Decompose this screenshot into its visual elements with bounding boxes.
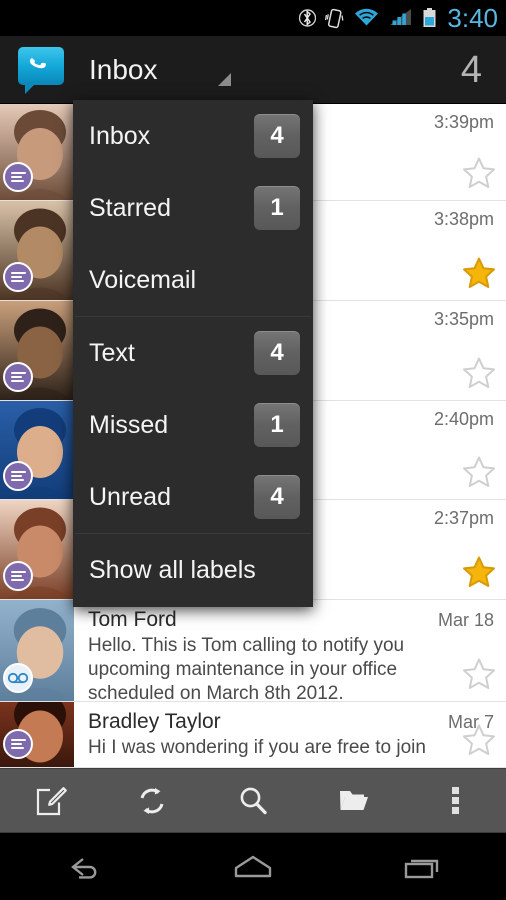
message-snippet: Hi I was wondering if you are free to jo… bbox=[88, 736, 494, 760]
star-toggle[interactable] bbox=[462, 156, 496, 190]
battery-icon bbox=[422, 6, 437, 30]
recents-button[interactable] bbox=[337, 850, 506, 884]
bluetooth-icon bbox=[299, 6, 316, 30]
home-icon bbox=[223, 850, 283, 884]
search-button[interactable] bbox=[202, 769, 303, 833]
avatar[interactable] bbox=[0, 600, 74, 701]
message-time: 3:38pm bbox=[424, 209, 494, 230]
back-button[interactable] bbox=[0, 850, 169, 884]
avatar[interactable] bbox=[0, 201, 74, 300]
message-sender: Tom Ford bbox=[88, 608, 177, 632]
dropdown-item-unread[interactable]: Unread 4 bbox=[73, 461, 313, 533]
star-toggle[interactable] bbox=[462, 256, 496, 290]
voicemail-badge-icon bbox=[3, 663, 33, 693]
google-voice-icon[interactable] bbox=[18, 47, 64, 93]
dropdown-item-label: Unread bbox=[89, 483, 171, 512]
message-row[interactable]: Bradley TaylorMar 7Hi I was wondering if… bbox=[0, 702, 506, 768]
dropdown-item-count: 1 bbox=[254, 403, 300, 447]
dropdown-item-text[interactable]: Text 4 bbox=[73, 317, 313, 389]
compose-button[interactable] bbox=[0, 769, 101, 833]
refresh-icon bbox=[135, 784, 169, 818]
avatar[interactable] bbox=[0, 301, 74, 400]
dropdown-item-starred[interactable]: Starred 1 bbox=[73, 172, 313, 244]
text-message-badge-icon bbox=[3, 162, 33, 192]
avatar[interactable] bbox=[0, 702, 74, 767]
dropdown-item-label: Voicemail bbox=[89, 266, 196, 295]
dropdown-item-label: Inbox bbox=[89, 122, 150, 151]
star-toggle[interactable] bbox=[462, 455, 496, 489]
refresh-button[interactable] bbox=[101, 769, 202, 833]
star-toggle[interactable] bbox=[462, 356, 496, 390]
signal-icon bbox=[389, 6, 413, 30]
dropdown-item-label: Text bbox=[89, 339, 135, 368]
text-message-badge-icon bbox=[3, 362, 33, 392]
avatar[interactable] bbox=[0, 104, 74, 200]
avatar[interactable] bbox=[0, 401, 74, 499]
message-sender: Bradley Taylor bbox=[88, 710, 221, 734]
star-toggle[interactable] bbox=[462, 555, 496, 589]
dropdown-item-label: Missed bbox=[89, 411, 168, 440]
overflow-button[interactable] bbox=[405, 769, 506, 833]
bottom-toolbar bbox=[0, 768, 506, 832]
back-icon bbox=[57, 850, 111, 884]
star-toggle[interactable] bbox=[462, 657, 496, 691]
status-icons bbox=[299, 6, 437, 30]
message-time: 2:37pm bbox=[424, 508, 494, 529]
dropdown-item-count: 4 bbox=[254, 331, 300, 375]
text-message-badge-icon bbox=[3, 561, 33, 591]
dropdown-item-count: 4 bbox=[254, 114, 300, 158]
folder-button[interactable] bbox=[304, 769, 405, 833]
dropdown-item-label: Starred bbox=[89, 194, 171, 223]
star-toggle[interactable] bbox=[462, 723, 496, 757]
dropdown-item-count: 4 bbox=[254, 475, 300, 519]
search-icon bbox=[236, 784, 270, 818]
message-time: 3:35pm bbox=[424, 309, 494, 330]
dropdown-item-inbox[interactable]: Inbox 4 bbox=[73, 100, 313, 172]
phone-screen: 3:40 Inbox 4 3:39pmthe library. I'll3:38… bbox=[0, 0, 506, 900]
wifi-icon bbox=[353, 6, 380, 30]
message-snippet: Hello. This is Tom calling to notify you… bbox=[88, 634, 494, 702]
dropdown-item-show-all-labels[interactable]: Show all labels bbox=[73, 534, 313, 606]
avatar[interactable] bbox=[0, 500, 74, 599]
dropdown-item-count: 1 bbox=[254, 186, 300, 230]
dropdown-item-voicemail[interactable]: Voicemail bbox=[73, 244, 313, 316]
text-message-badge-icon bbox=[3, 262, 33, 292]
status-clock: 3:40 bbox=[447, 5, 498, 31]
status-bar: 3:40 bbox=[0, 0, 506, 36]
vibrate-icon bbox=[325, 6, 344, 30]
message-time: 2:40pm bbox=[424, 409, 494, 430]
text-message-badge-icon bbox=[3, 729, 33, 759]
compose-icon bbox=[34, 784, 68, 818]
action-bar: Inbox 4 bbox=[0, 36, 506, 104]
dropdown-triangle-icon[interactable] bbox=[218, 73, 231, 86]
labels-dropdown-menu[interactable]: Inbox 4 Starred 1 Voicemail Text 4 Missed 1 Unrea… bbox=[73, 100, 313, 607]
navigation-bar bbox=[0, 832, 506, 900]
message-content: Tom Ford Mar 18 Hello. This is Tom calling… bbox=[74, 600, 506, 701]
overflow-icon bbox=[452, 784, 459, 817]
unread-count-label: 4 bbox=[461, 51, 482, 89]
dropdown-item-label: Show all labels bbox=[89, 556, 256, 585]
message-time: 3:39pm bbox=[424, 112, 494, 133]
message-row[interactable]: Tom Ford Mar 18 Hello. This is Tom calling… bbox=[0, 600, 506, 702]
home-button[interactable] bbox=[169, 850, 338, 884]
page-title[interactable]: Inbox bbox=[89, 54, 158, 86]
message-time: Mar 18 bbox=[428, 610, 494, 631]
text-message-badge-icon bbox=[3, 461, 33, 491]
dropdown-item-missed[interactable]: Missed 1 bbox=[73, 389, 313, 461]
recents-icon bbox=[395, 850, 449, 884]
message-content: Bradley TaylorMar 7Hi I was wondering if… bbox=[74, 702, 506, 767]
folder-icon bbox=[337, 784, 371, 818]
